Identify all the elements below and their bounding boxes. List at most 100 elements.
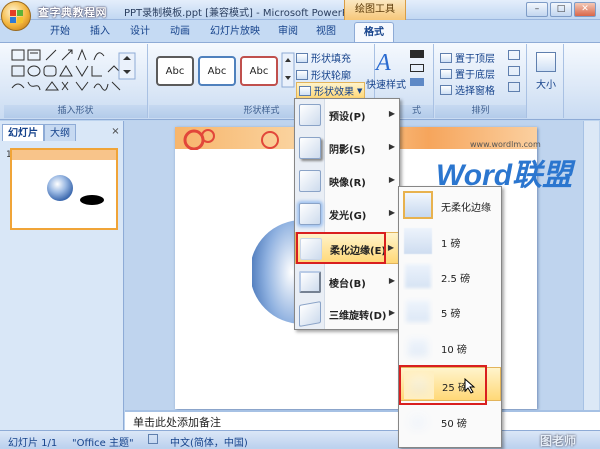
menu-item-label: 三维旋转(D) bbox=[329, 311, 387, 322]
tab-design[interactable]: 设计 bbox=[124, 22, 156, 42]
shape-effects-button[interactable]: 形状效果 ▼ bbox=[296, 82, 366, 99]
style-gallery-scroll-icon[interactable] bbox=[281, 52, 295, 88]
send-to-back-button[interactable]: 置于底层 bbox=[440, 66, 495, 81]
submenu-item-label: 5 磅 bbox=[441, 309, 461, 320]
soft-2-5pt-swatch-icon bbox=[403, 262, 433, 290]
pen-icon bbox=[296, 69, 308, 80]
selection-pane-button[interactable]: 选择窗格 bbox=[440, 82, 495, 97]
menu-item-label: 阴影(S) bbox=[329, 145, 366, 156]
tab-slides[interactable]: 幻灯片 bbox=[2, 124, 44, 141]
submenu-arrow-icon: ▶ bbox=[388, 142, 395, 151]
submenu-item-2-5pt[interactable]: 2.5 磅 bbox=[399, 259, 501, 293]
paint-bucket-icon bbox=[296, 52, 308, 63]
submenu-item-50pt[interactable]: 50 磅 bbox=[399, 404, 501, 438]
slide-decoration-icon bbox=[183, 129, 279, 150]
highlight-annotation bbox=[296, 232, 386, 264]
pane-close-icon[interactable]: × bbox=[110, 126, 121, 137]
spellcheck-icon[interactable] bbox=[148, 434, 158, 444]
quick-styles-icon[interactable]: A bbox=[372, 48, 398, 74]
submenu-item-label: 1 磅 bbox=[441, 239, 461, 250]
menu-item-label: 棱台(B) bbox=[329, 279, 366, 290]
style-sample-red[interactable]: Abc bbox=[240, 56, 278, 86]
theme-name: "Office 主题" bbox=[72, 438, 134, 449]
text-outline-icon[interactable] bbox=[410, 64, 424, 72]
window-controls: – □ ✕ bbox=[526, 2, 596, 17]
submenu-item-label: 2.5 磅 bbox=[441, 274, 471, 285]
submenu-arrow-icon: ▶ bbox=[387, 243, 394, 252]
bevel-icon bbox=[299, 271, 321, 293]
quick-styles-label[interactable]: 快速样式 bbox=[366, 76, 406, 91]
group-icon[interactable] bbox=[508, 66, 520, 76]
menu-item-3d-rotation[interactable]: 三维旋转(D) ▶ bbox=[295, 298, 399, 330]
group-label: 排列 bbox=[435, 105, 526, 118]
text-effects-icon[interactable] bbox=[410, 78, 424, 86]
highlight-annotation bbox=[399, 365, 487, 405]
submenu-arrow-icon: ▶ bbox=[388, 109, 395, 118]
menu-item-reflection[interactable]: 映像(R) ▶ bbox=[295, 165, 399, 197]
submenu-item-1pt[interactable]: 1 磅 bbox=[399, 224, 501, 258]
soft-10pt-swatch-icon bbox=[403, 333, 433, 361]
submenu-item-10pt[interactable]: 10 磅 bbox=[399, 330, 501, 364]
language[interactable]: 中文(简体，中国) bbox=[170, 434, 248, 449]
menu-item-shadow[interactable]: 阴影(S) ▶ bbox=[295, 132, 399, 164]
submenu-arrow-icon: ▶ bbox=[388, 308, 395, 317]
menu-item-label: 发光(G) bbox=[329, 211, 367, 222]
send-back-label: 置于底层 bbox=[455, 70, 495, 81]
tab-outline[interactable]: 大纲 bbox=[44, 124, 76, 141]
menu-item-bevel[interactable]: 棱台(B) ▶ bbox=[295, 266, 399, 298]
glow-icon bbox=[299, 203, 321, 225]
menu-item-label: 预设(P) bbox=[329, 112, 366, 123]
submenu-item-label: 10 磅 bbox=[441, 345, 467, 356]
send-back-icon bbox=[440, 68, 452, 79]
menu-item-preset[interactable]: 预设(P) ▶ bbox=[295, 99, 399, 131]
slide-thumbnail[interactable] bbox=[10, 148, 118, 230]
thumbnail-preview bbox=[12, 150, 116, 205]
submenu-arrow-icon: ▶ bbox=[388, 208, 395, 217]
shape-fill-button[interactable]: 形状填充 bbox=[296, 50, 351, 65]
menu-item-label: 映像(R) bbox=[329, 178, 366, 189]
3d-rotation-icon bbox=[299, 301, 321, 327]
size-label[interactable]: 大小 bbox=[536, 76, 556, 91]
shadow-icon bbox=[299, 137, 321, 159]
selection-pane-icon bbox=[440, 84, 452, 95]
rotate-icon[interactable] bbox=[508, 82, 520, 92]
soft-50pt-swatch-icon bbox=[403, 407, 433, 435]
tab-view[interactable]: 视图 bbox=[310, 22, 342, 42]
submenu-arrow-icon: ▶ bbox=[388, 276, 395, 285]
preset-icon bbox=[299, 104, 321, 126]
vertical-scrollbar[interactable] bbox=[583, 121, 599, 410]
menu-item-glow[interactable]: 发光(G) ▶ bbox=[295, 198, 399, 230]
text-fill-icon[interactable] bbox=[410, 50, 424, 58]
submenu-item-5pt[interactable]: 5 磅 bbox=[399, 294, 501, 328]
no-soft-edges-swatch-icon bbox=[403, 191, 433, 219]
submenu-arrow-icon: ▶ bbox=[388, 175, 395, 184]
office-button[interactable] bbox=[1, 1, 31, 31]
tab-format[interactable]: 格式 bbox=[354, 22, 394, 42]
maximize-button[interactable]: □ bbox=[550, 2, 572, 17]
style-sample-dark[interactable]: Abc bbox=[156, 56, 194, 86]
tab-review[interactable]: 审阅 bbox=[272, 22, 304, 42]
shape-outline-button[interactable]: 形状轮廓 bbox=[296, 67, 351, 82]
status-bar: 幻灯片 1/1 "Office 主题" 中文(简体，中国) bbox=[0, 430, 600, 449]
drawing-tools-context-label: 绘图工具 bbox=[344, 0, 406, 20]
bring-front-label: 置于顶层 bbox=[455, 54, 495, 65]
dropdown-arrow-icon: ▼ bbox=[357, 86, 363, 95]
style-sample-blue[interactable]: Abc bbox=[198, 56, 236, 86]
soft-5pt-swatch-icon bbox=[403, 297, 433, 325]
tab-home[interactable]: 开始 bbox=[44, 22, 76, 42]
window-title: PPT录制模板.ppt [兼容模式] - Microsoft PowerP... bbox=[124, 8, 356, 19]
reflection-icon bbox=[299, 170, 321, 192]
tab-animation[interactable]: 动画 bbox=[164, 22, 196, 42]
size-icon[interactable] bbox=[536, 52, 556, 72]
tab-insert[interactable]: 插入 bbox=[84, 22, 116, 42]
notes-pane[interactable]: 单击此处添加备注 bbox=[125, 410, 600, 430]
shape-gallery-more-icon[interactable] bbox=[118, 52, 138, 82]
bring-front-icon bbox=[440, 52, 452, 63]
minimize-button[interactable]: – bbox=[526, 2, 548, 17]
align-icon[interactable] bbox=[508, 50, 520, 60]
submenu-item-no-soft-edges[interactable]: 无柔化边缘 bbox=[399, 188, 501, 222]
tab-slideshow[interactable]: 幻灯片放映 bbox=[204, 22, 266, 42]
bring-to-front-button[interactable]: 置于顶层 bbox=[440, 50, 495, 65]
close-button[interactable]: ✕ bbox=[574, 2, 596, 17]
watermark-text: 查字典教程网 bbox=[38, 6, 107, 19]
